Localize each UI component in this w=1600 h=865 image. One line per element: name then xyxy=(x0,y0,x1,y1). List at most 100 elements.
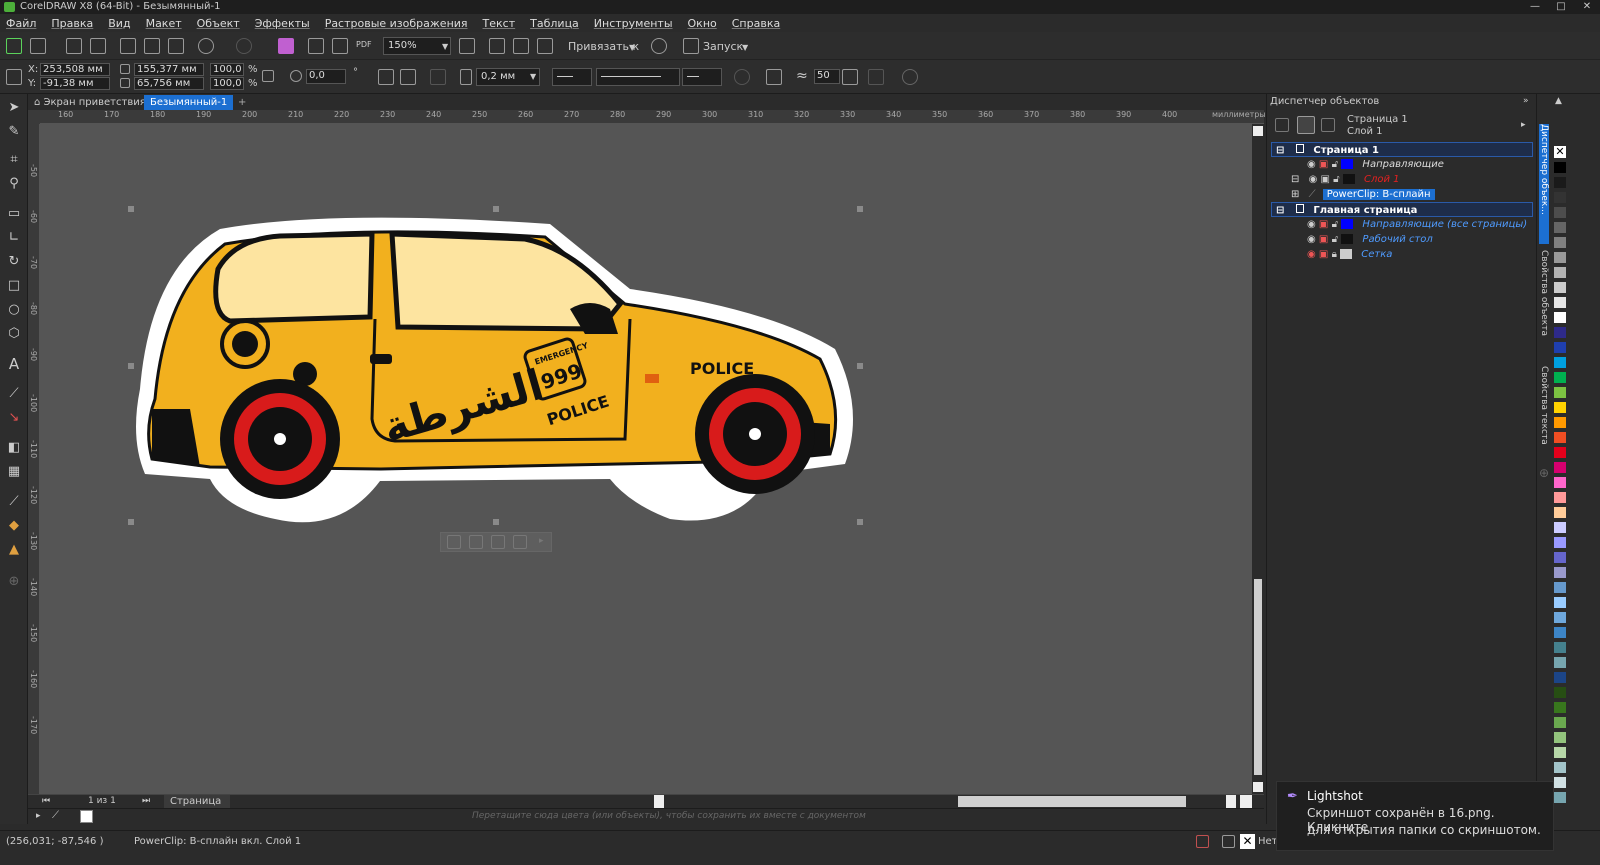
menu-window[interactable]: Окно xyxy=(688,17,717,30)
color-swatch[interactable] xyxy=(1554,192,1566,203)
show-rulers-icon[interactable] xyxy=(489,38,505,54)
color-swatch[interactable] xyxy=(1554,297,1566,308)
mirror-vertical-icon[interactable] xyxy=(400,69,416,85)
layer-manager-view-icon[interactable] xyxy=(1275,118,1289,132)
lightshot-notification[interactable]: ✒ Lightshot Скриншот сохранён в 16.png. … xyxy=(1276,781,1554,851)
lock-icon[interactable]: 🔓︎ xyxy=(1332,159,1338,170)
rotation-angle-field[interactable]: 0,0 xyxy=(306,69,346,84)
color-swatch[interactable] xyxy=(1554,537,1566,548)
first-page-icon[interactable]: ⏮ xyxy=(42,796,50,806)
color-swatch[interactable] xyxy=(1554,567,1566,578)
tab-welcome-screen[interactable]: ⌂ Экран приветствия xyxy=(28,95,152,110)
tab-document[interactable]: Безымянный-1 xyxy=(144,95,234,110)
open-folder-icon[interactable] xyxy=(30,38,46,54)
add-icon[interactable] xyxy=(902,69,918,85)
tree-row-layer1[interactable]: ⊟ ◉ ▣ 🔓︎ Слой 1 xyxy=(1271,172,1533,187)
vertical-scrollbar[interactable] xyxy=(1252,124,1264,794)
color-swatch[interactable] xyxy=(1554,702,1566,713)
menu-view[interactable]: Вид xyxy=(108,17,130,30)
zoom-tool-icon[interactable]: ⚲ xyxy=(6,176,22,192)
color-swatch[interactable] xyxy=(1554,282,1566,293)
collapse-icon[interactable]: ⊟ xyxy=(1276,205,1284,216)
redo-icon[interactable] xyxy=(236,38,252,54)
minimize-button[interactable]: — xyxy=(1522,0,1548,14)
color-swatch[interactable] xyxy=(1554,522,1566,533)
transparency-icon[interactable]: ▦ xyxy=(6,464,22,480)
search-content-icon[interactable] xyxy=(278,38,294,54)
eye-icon[interactable]: ◉ xyxy=(1307,159,1316,170)
shape-tool-icon[interactable]: ✎ xyxy=(6,124,22,140)
panel-menu-icon[interactable]: ▸ xyxy=(1521,120,1526,130)
convert-curves-icon[interactable] xyxy=(734,69,750,85)
wrap-text-icon[interactable] xyxy=(430,69,446,85)
eye-hidden-icon[interactable]: ◉ xyxy=(1307,249,1316,260)
scroll-down-button[interactable] xyxy=(1253,782,1263,792)
menu-tools[interactable]: Инструменты xyxy=(594,17,673,30)
select-contents-icon[interactable] xyxy=(469,535,483,549)
ellipse-tool-icon[interactable]: ○ xyxy=(6,302,22,318)
curve-tool-icon[interactable]: ↻ xyxy=(6,254,22,270)
color-swatch[interactable] xyxy=(1554,507,1566,518)
color-swatch[interactable] xyxy=(1554,657,1566,668)
color-swatch[interactable] xyxy=(1554,222,1566,233)
cut-icon[interactable] xyxy=(120,38,136,54)
color-swatch[interactable] xyxy=(1554,252,1566,263)
menu-effects[interactable]: Эффекты xyxy=(255,17,310,30)
scroll-right-button[interactable] xyxy=(1226,795,1236,808)
color-swatch[interactable] xyxy=(1554,792,1566,803)
add-tab-button[interactable]: + xyxy=(232,95,252,110)
menu-layout[interactable]: Макет xyxy=(146,17,182,30)
eye-icon[interactable]: ◉ xyxy=(1307,234,1316,245)
color-swatch[interactable] xyxy=(1554,462,1566,473)
color-swatch[interactable] xyxy=(1554,267,1566,278)
color-swatch[interactable] xyxy=(1554,372,1566,383)
tree-row-desktop[interactable]: ◉ ▣ 🔓︎ Рабочий стол xyxy=(1271,232,1533,247)
ruler-origin[interactable] xyxy=(28,110,40,124)
palette-menu-icon[interactable]: ▸ xyxy=(36,811,41,821)
paste-icon[interactable] xyxy=(168,38,184,54)
tab-object-properties[interactable]: Свойства объекта xyxy=(1539,250,1549,350)
freehand-tool-icon[interactable]: ▭ xyxy=(6,206,22,222)
edit-powerclip-icon[interactable] xyxy=(447,535,461,549)
lock-ratio-icon[interactable] xyxy=(262,70,274,82)
zoom-fit-button[interactable] xyxy=(1240,795,1252,808)
color-swatch[interactable] xyxy=(1554,687,1566,698)
last-page-icon[interactable]: ⏭ xyxy=(142,796,150,806)
color-swatch[interactable] xyxy=(1554,177,1566,188)
palette-scroll-up-icon[interactable]: ▲ xyxy=(1555,96,1562,106)
menu-help[interactable]: Справка xyxy=(732,17,780,30)
color-proof-icon[interactable] xyxy=(1196,835,1209,848)
smart-fill-icon[interactable]: ▲ xyxy=(6,542,22,558)
lock-icon[interactable]: 🔓︎ xyxy=(1333,174,1339,185)
menu-text[interactable]: Текст xyxy=(483,17,516,30)
color-swatch[interactable] xyxy=(1554,387,1566,398)
color-swatch[interactable] xyxy=(1554,717,1566,728)
height-field[interactable]: 65,756 мм xyxy=(134,77,204,90)
maximize-button[interactable]: □ xyxy=(1548,0,1574,14)
eyedropper-icon[interactable]: ⟋ xyxy=(52,810,59,821)
close-button[interactable]: ✕ xyxy=(1574,0,1600,14)
x-position-field[interactable]: 253,508 мм xyxy=(40,63,110,76)
tab-text-properties[interactable]: Свойства текста xyxy=(1539,366,1549,456)
menu-bitmaps[interactable]: Растровые изображения xyxy=(325,17,468,30)
collapse-panel-icon[interactable]: » xyxy=(1523,96,1529,106)
plus-icon[interactable] xyxy=(842,69,858,85)
undo-icon[interactable] xyxy=(198,38,214,54)
line-style-dropdown[interactable] xyxy=(596,68,680,86)
print-icon[interactable]: ▣ xyxy=(1319,219,1328,230)
add-docker-icon[interactable]: ⊕ xyxy=(1539,466,1549,480)
vertical-ruler[interactable]: -50 -60 -70 -80 -90 -100 -110 -120 -130 … xyxy=(28,124,40,794)
smoothing-field[interactable]: 50 xyxy=(814,69,840,84)
no-color-swatch[interactable]: ✕ xyxy=(1554,146,1566,158)
no-color-swatch[interactable] xyxy=(80,810,93,823)
color-swatch[interactable] xyxy=(1554,447,1566,458)
eye-icon[interactable]: ◉ xyxy=(1307,219,1316,230)
menu-table[interactable]: Таблица xyxy=(530,17,579,30)
extract-contents-icon[interactable] xyxy=(491,535,505,549)
color-swatch[interactable] xyxy=(1554,762,1566,773)
chevron-right-icon[interactable]: ▸ xyxy=(539,536,544,546)
show-grid-icon[interactable] xyxy=(513,38,529,54)
crop-tool-icon[interactable]: ⌗ xyxy=(6,152,22,168)
scroll-left-button[interactable] xyxy=(654,795,664,808)
export-icon[interactable] xyxy=(332,38,348,54)
